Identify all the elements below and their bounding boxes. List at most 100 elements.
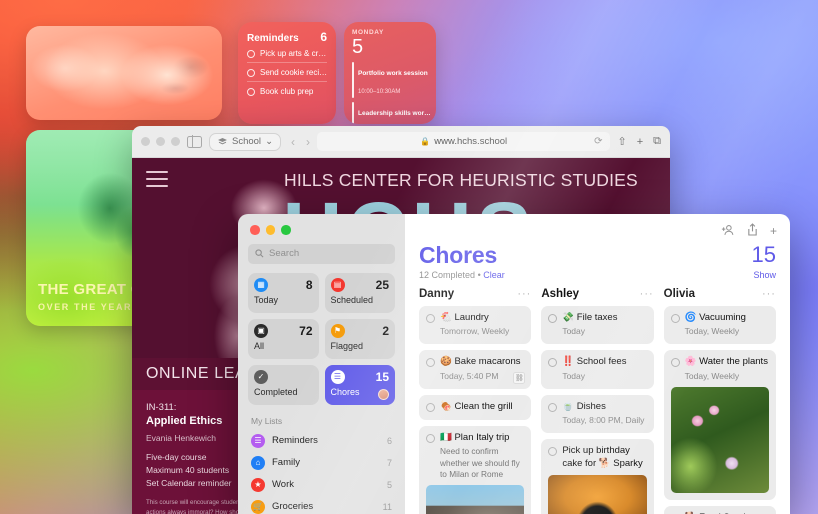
add-person-icon[interactable] xyxy=(721,224,735,239)
task-card[interactable]: ‼️ School fees Today xyxy=(541,350,654,389)
task-card[interactable]: 💸 File taxes Today xyxy=(541,306,654,345)
show-button[interactable]: Show xyxy=(753,270,776,280)
checkbox-icon[interactable] xyxy=(247,87,255,96)
task-checkbox[interactable] xyxy=(426,314,435,323)
reminders-widget-item[interactable]: Pick up arts & cr… xyxy=(247,44,327,63)
ellipsis-icon[interactable]: ··· xyxy=(640,288,654,300)
close-button[interactable] xyxy=(250,225,260,235)
task-card[interactable]: Pick up birthday cake for 🐕 Sparky xyxy=(541,439,654,514)
task-card[interactable]: 🍖 Clean the grill xyxy=(419,394,532,421)
sidebar-item-reminders[interactable]: ☰ Reminders 6 xyxy=(248,430,395,452)
sidebar-item-work[interactable]: ★ Work 5 xyxy=(248,474,395,496)
plus-icon[interactable]: + xyxy=(770,224,777,238)
minimize-button[interactable] xyxy=(265,225,275,235)
task-attachment-image[interactable] xyxy=(548,474,647,514)
calendar-widget[interactable]: MONDAY 5 Portfolio work session 10:00–10:… xyxy=(344,22,436,124)
hamburger-menu-icon[interactable] xyxy=(146,171,168,192)
search-input[interactable]: Search xyxy=(248,243,395,264)
list-name: Groceries xyxy=(272,501,314,512)
window-traffic-lights[interactable] xyxy=(141,137,180,146)
list-count: 11 xyxy=(382,501,392,512)
task-checkbox[interactable] xyxy=(670,358,680,368)
task-checkbox[interactable] xyxy=(548,447,558,457)
forward-button[interactable]: › xyxy=(306,135,310,149)
smart-list-count: 72 xyxy=(299,323,313,338)
reload-icon[interactable]: ⟳ xyxy=(594,136,602,147)
task-card[interactable]: 🇮🇹 Plan Italy trip Need to confirm whethe… xyxy=(419,426,532,514)
task-card[interactable]: 🍵 Dishes Today, 8:00 PM, Daily xyxy=(541,394,654,434)
clear-button[interactable]: Clear xyxy=(483,270,505,280)
task-subtitle: Today xyxy=(562,370,586,381)
smart-list-name: Completed xyxy=(254,386,298,397)
checkbox-icon[interactable] xyxy=(247,49,255,58)
smart-list-tile-today[interactable]: ▦ 8 Today xyxy=(248,272,319,313)
photos-widget[interactable] xyxy=(26,26,222,120)
task-checkbox[interactable] xyxy=(426,402,435,412)
list-name: Work xyxy=(272,479,294,490)
task-title: 💸 File taxes xyxy=(562,312,618,323)
task-card[interactable]: 🍪 Bake macarons Today, 5:40 PM ⛓ xyxy=(419,350,532,389)
plus-icon[interactable]: + xyxy=(637,136,643,148)
my-lists-label: My Lists xyxy=(251,415,283,426)
close-button[interactable] xyxy=(141,137,150,146)
smart-list-tile-chores[interactable]: ☰ 15 Chores xyxy=(324,364,395,405)
checkbox-icon[interactable] xyxy=(247,68,255,77)
reminders-widget-list: Pick up arts & cr… Send cookie reci… Book … xyxy=(247,44,327,100)
event-color-bar xyxy=(352,62,354,98)
list-count: 6 xyxy=(386,435,392,446)
reminders-widget-item[interactable]: Send cookie reci… xyxy=(247,63,327,82)
desktop: THE GREAT OUTDOORS OVER THE YEARS Remind… xyxy=(0,0,818,514)
ellipsis-icon[interactable]: ··· xyxy=(517,288,531,300)
smart-list-name: Today xyxy=(254,294,279,305)
task-checkbox[interactable] xyxy=(548,314,558,323)
reminders-widget[interactable]: Reminders 6 Pick up arts & cr… Send cooki… xyxy=(238,22,336,124)
smart-list-tile-completed[interactable]: ✓ Completed xyxy=(248,364,319,405)
share-icon[interactable]: ⇧ xyxy=(617,135,626,148)
tab-group-button[interactable]: School ⌄ xyxy=(209,132,282,151)
list-icon: ☰ xyxy=(251,433,265,448)
reminders-toolbar[interactable]: + xyxy=(721,223,777,239)
maximize-button[interactable] xyxy=(281,225,291,235)
task-note: Need to confirm whether we should fly to… xyxy=(440,446,520,479)
task-title: 🍪 Bake macarons xyxy=(440,356,521,368)
smart-list-tile-flagged[interactable]: ⚑ 2 Flagged xyxy=(324,318,395,359)
task-attachment-image[interactable] xyxy=(426,485,525,514)
ellipsis-icon[interactable]: ··· xyxy=(762,288,776,300)
task-checkbox[interactable] xyxy=(548,402,558,412)
sidebar-item-groceries[interactable]: 🛒 Groceries 11 xyxy=(248,496,395,514)
task-card[interactable]: 🐕 Feed SparkyToday, 5:00 PM, Daily xyxy=(663,505,776,514)
task-card[interactable]: 🌸 Water the plants Today, Weekly xyxy=(663,350,776,500)
event-time: 10:00–10:30AM xyxy=(358,89,401,95)
calendar-scheduled-icon: ▤ xyxy=(330,277,345,292)
back-button[interactable]: ‹ xyxy=(291,135,295,149)
task-card[interactable]: 🐔 Laundry Tomorrow, Weekly xyxy=(419,306,532,345)
smart-list-tile-scheduled[interactable]: ▤ 25 Scheduled xyxy=(324,272,395,313)
reminders-widget-item[interactable]: Book club prep xyxy=(247,82,327,100)
calendar-event[interactable]: Leadership skills wor…11AM–12PM xyxy=(352,102,431,124)
calendar-event[interactable]: Portfolio work session 10:00–10:30AM xyxy=(352,62,428,98)
lock-icon: 🔒 xyxy=(420,137,431,146)
reminders-window[interactable]: Search ▦ 8 Today ▤ 25 Scheduled ▣ 72 All ⚑ 2 Flagge… xyxy=(238,214,790,514)
task-subtitle: Tomorrow, Weekly xyxy=(440,326,510,337)
dog-photo-image xyxy=(26,26,222,120)
safari-right-tools[interactable]: ⇧ + ⧉ xyxy=(617,135,661,148)
tab-overview-icon[interactable]: ⧉ xyxy=(653,135,661,148)
check-circle-icon: ✓ xyxy=(254,369,268,384)
task-attachment-image[interactable] xyxy=(670,386,769,493)
maximize-button[interactable] xyxy=(171,137,180,146)
address-bar[interactable]: 🔒 www.hchs.school ⟳ xyxy=(317,132,611,151)
task-checkbox[interactable] xyxy=(426,358,435,368)
smart-list-tile-all[interactable]: ▣ 72 All xyxy=(248,318,319,359)
task-checkbox[interactable] xyxy=(548,358,558,368)
sidebar-icon[interactable] xyxy=(187,135,202,148)
reminders-traffic-lights[interactable] xyxy=(250,225,395,235)
smart-list-name: Scheduled xyxy=(330,294,374,305)
safari-nav-buttons[interactable]: ‹ › xyxy=(288,135,310,149)
task-card[interactable]: 🌀 Vacuuming Today, Weekly xyxy=(663,306,776,345)
task-checkbox[interactable] xyxy=(426,434,435,444)
minimize-button[interactable] xyxy=(156,137,165,146)
my-lists: ☰Reminders6⌂Family7★Work5🛒Groceries11▲Ca… xyxy=(248,430,395,514)
share-icon[interactable] xyxy=(747,223,758,239)
sidebar-item-family[interactable]: ⌂ Family 7 xyxy=(248,452,395,474)
task-checkbox[interactable] xyxy=(670,314,680,323)
